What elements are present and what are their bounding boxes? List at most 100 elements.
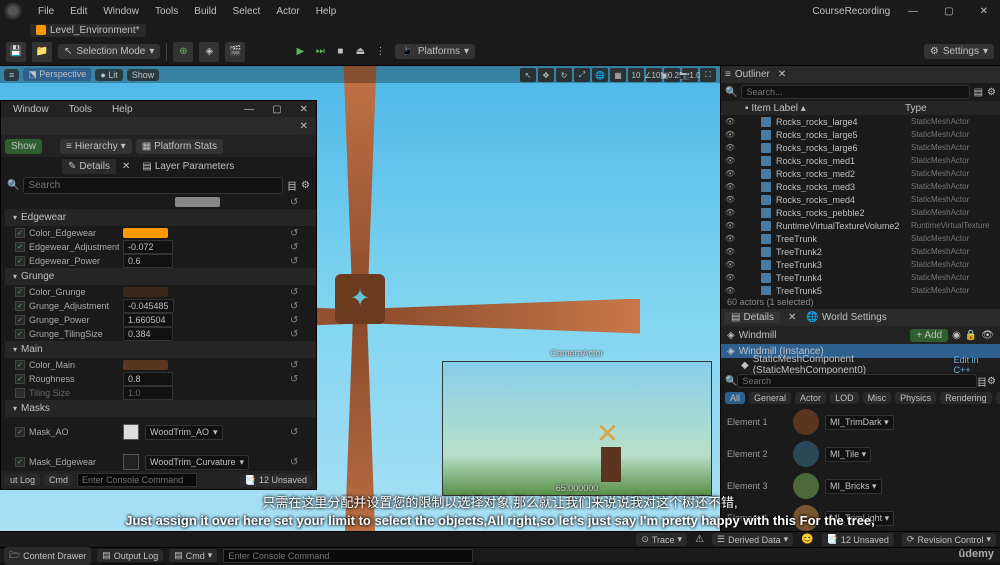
eject-button[interactable]: ⏏ — [351, 43, 369, 61]
group-edgewear[interactable]: Edgewear — [5, 209, 316, 226]
child-component[interactable]: ◆ StaticMeshComponent (StaticMeshCompone… — [721, 358, 1000, 372]
group-masks[interactable]: Masks — [5, 400, 316, 417]
visibility-icon[interactable]: 👁 — [725, 208, 735, 217]
play-options[interactable]: ⋮ — [371, 43, 389, 61]
save-icon[interactable]: 💾 — [6, 42, 26, 62]
tiling-size-field[interactable]: 1.0 — [123, 386, 173, 400]
filter-general[interactable]: General — [749, 392, 791, 404]
color-grunge-swatch[interactable] — [123, 287, 168, 297]
check-tiling-size[interactable] — [15, 388, 25, 398]
outliner-col-type[interactable]: Type — [905, 103, 927, 114]
outliner-row[interactable]: 👁TreeTrunkStaticMeshActor — [721, 232, 1000, 245]
filter-actor[interactable]: Actor — [795, 392, 826, 404]
me-console-input[interactable] — [77, 473, 197, 487]
select-tool[interactable]: ↖ — [520, 68, 536, 82]
edgewear-adjustment-field[interactable]: -0.072 — [123, 240, 173, 254]
hierarchy-dropdown[interactable]: ≡ Hierarchy ▾ — [60, 139, 132, 154]
grunge-tilingsize-field[interactable]: 0.384 — [123, 327, 173, 341]
material-thumb[interactable] — [793, 505, 819, 531]
menu-tools[interactable]: Tools — [147, 6, 186, 17]
me-menu-window[interactable]: Window — [5, 104, 57, 115]
me-show-btn[interactable]: Show — [5, 139, 42, 154]
material-dropdown[interactable]: MI_Bricks ▾ — [825, 479, 882, 494]
mask-ao-combo[interactable]: WoodTrim_AO ▾ — [145, 425, 223, 440]
add-icon[interactable]: ⊕ — [173, 42, 193, 62]
filter-streaming[interactable]: Streaming — [996, 392, 1000, 404]
mask-ao-thumb[interactable] — [123, 424, 139, 440]
close-button[interactable]: ✕ — [972, 6, 996, 17]
check-grunge-tiling[interactable] — [15, 329, 25, 339]
filter-all[interactable]: All — [725, 392, 745, 404]
cinematics-icon[interactable]: 🎬 — [225, 42, 245, 62]
check-roughness[interactable] — [15, 374, 25, 384]
group-main[interactable]: Main — [5, 341, 316, 358]
level-tab[interactable]: Level_Environment* — [30, 24, 146, 37]
details-search-input[interactable] — [737, 374, 977, 388]
outliner-row[interactable]: 👁TreeTrunk2StaticMeshActor — [721, 245, 1000, 258]
visibility-icon[interactable]: 👁 — [725, 143, 735, 152]
outliner-col-label[interactable]: ▪ Item Label ▴ — [725, 103, 905, 114]
me-maximize[interactable]: ▢ — [268, 104, 285, 115]
details-tab[interactable]: ▤ Details — [725, 312, 780, 323]
outliner-search-input[interactable] — [741, 85, 969, 99]
details-lock-icon[interactable]: 🔒 — [965, 330, 977, 341]
details-filter-icon[interactable]: 目 — [977, 374, 987, 389]
menu-build[interactable]: Build — [186, 6, 224, 17]
stop-button[interactable]: ■ — [331, 43, 349, 61]
viewport[interactable]: ≡ ⬔ Perspective ● Lit Show ↖ ✥ ↻ ⤢ 🌐 ▦ 1… — [0, 66, 720, 531]
filter-rendering[interactable]: Rendering — [940, 392, 992, 404]
menu-file[interactable]: File — [30, 6, 62, 17]
check-color-grunge[interactable] — [15, 287, 25, 297]
visibility-icon[interactable]: 👁 — [725, 273, 735, 282]
check-edgewear-adj[interactable] — [15, 242, 25, 252]
visibility-icon[interactable]: 👁 — [725, 286, 735, 295]
mask-edgewear-thumb[interactable] — [123, 454, 139, 470]
grunge-power-field[interactable]: 1.660504 — [123, 313, 173, 327]
outliner-row[interactable]: 👁Rocks_rocks_med4StaticMeshActor — [721, 193, 1000, 206]
menu-help[interactable]: Help — [308, 6, 345, 17]
derived-data-btn[interactable]: ☰ Derived Data ▾ — [712, 533, 793, 546]
outliner-row[interactable]: 👁Rocks_rocks_large6StaticMeshActor — [721, 141, 1000, 154]
visibility-icon[interactable]: 👁 — [725, 156, 735, 165]
content-drawer-btn[interactable]: 🗁 Content Drawer — [4, 547, 91, 565]
material-thumb[interactable] — [793, 409, 819, 435]
menu-window[interactable]: Window — [95, 6, 147, 17]
filter-misc[interactable]: Misc — [863, 392, 892, 404]
me-cmd[interactable]: Cmd — [44, 474, 73, 486]
me-close[interactable]: ✕ — [296, 104, 312, 115]
outliner-row[interactable]: 👁RuntimeVirtualTextureVolume2RuntimeVirt… — [721, 219, 1000, 232]
grunge-adjustment-field[interactable]: -0.045485 — [123, 299, 174, 313]
details-gear-icon[interactable]: ⚙ — [987, 376, 996, 387]
build-icon[interactable]: ⚠ — [695, 534, 704, 545]
check-grunge-adj[interactable] — [15, 301, 25, 311]
gear-icon[interactable]: ⚙ — [301, 180, 310, 191]
material-thumb[interactable] — [793, 473, 819, 499]
cmd-btn[interactable]: ▤ Cmd ▾ — [169, 549, 217, 562]
output-log-btn[interactable]: ▤ Output Log — [97, 549, 163, 562]
me-minimize[interactable]: — — [240, 104, 258, 115]
add-component-btn[interactable]: + Add — [910, 329, 948, 342]
outliner-gear-icon[interactable]: ⚙ — [987, 87, 996, 98]
check-color-main[interactable] — [15, 360, 25, 370]
mask-edgewear-combo[interactable]: WoodTrim_Curvature ▾ — [145, 455, 249, 470]
outliner-row[interactable]: 👁Rocks_rocks_med3StaticMeshActor — [721, 180, 1000, 193]
revision-btn[interactable]: ⟳ Revision Control ▾ — [902, 533, 996, 546]
group-grunge[interactable]: Grunge — [5, 268, 316, 285]
me-output-log[interactable]: ut Log — [5, 474, 40, 486]
visibility-icon[interactable]: 👁 — [725, 117, 735, 126]
grid-snap[interactable]: 10 — [628, 68, 644, 82]
material-dropdown[interactable]: MI_Tile ▾ — [825, 447, 871, 462]
outliner-close[interactable]: ✕ — [778, 69, 786, 80]
scale-tool[interactable]: ⤢ — [574, 68, 590, 82]
edgewear-power-field[interactable]: 0.6 — [123, 254, 173, 268]
outliner-row[interactable]: 👁Rocks_rocks_large4StaticMeshActor — [721, 115, 1000, 128]
material-dropdown[interactable]: MI_TrimLight ▾ — [825, 511, 894, 526]
visibility-icon[interactable]: 👁 — [725, 234, 735, 243]
lit-dropdown[interactable]: ● Lit — [95, 69, 122, 81]
details-close[interactable]: ✕ — [788, 312, 796, 323]
outliner-row[interactable]: 👁TreeTrunk4StaticMeshActor — [721, 271, 1000, 284]
translate-tool[interactable]: ✥ — [538, 68, 554, 82]
me-menu-tools[interactable]: Tools — [61, 104, 100, 115]
me-search-input[interactable] — [23, 177, 283, 194]
world-settings-tab[interactable]: 🌐 World Settings — [800, 312, 892, 323]
